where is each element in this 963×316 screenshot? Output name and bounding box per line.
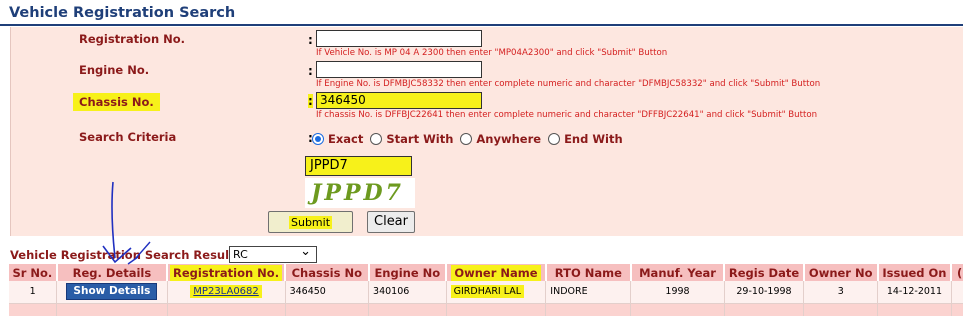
col-truncated: (	[951, 264, 963, 281]
cell-manuf-year: 1998	[630, 281, 725, 304]
empty-cell	[56, 303, 168, 316]
captcha-input[interactable]: JPPD7	[305, 156, 412, 176]
result-type-select[interactable]: RC	[229, 244, 317, 263]
empty-cell	[368, 303, 447, 316]
col-issued-on: Issued On	[877, 264, 953, 281]
cell-rto-name: INDORE	[545, 281, 632, 304]
col-owner-name: Owner Name	[446, 264, 547, 281]
radio-exact-label: Exact	[328, 132, 364, 146]
col-owner-no: Owner No	[803, 264, 879, 281]
registration-link[interactable]: MP23LA0682	[190, 285, 262, 299]
table-row: 1 Show Details MP23LA0682 346450 340106 …	[9, 281, 963, 304]
result-type-value: RC	[233, 248, 248, 261]
col-registration-no: Registration No.	[167, 264, 287, 281]
owner-name-value: GIRDHARI LAL	[450, 285, 525, 299]
clear-button[interactable]: Clear	[367, 211, 415, 233]
empty-cell	[877, 303, 952, 316]
colon: :	[308, 94, 313, 108]
results-table: Sr No. Reg. Details Registration No. Cha…	[9, 264, 963, 316]
registration-hint: If Vehicle No. is MP 04 A 2300 then ente…	[316, 48, 668, 58]
registration-label: Registration No.	[79, 32, 186, 46]
cell-truncated	[951, 281, 963, 304]
page-title: Vehicle Registration Search	[9, 5, 236, 21]
search-criteria-options: Exact Start With Anywhere End With	[309, 131, 623, 147]
col-reg-details: Reg. Details	[56, 264, 169, 281]
empty-cell	[951, 303, 963, 316]
radio-exact[interactable]	[312, 133, 324, 145]
cell-owner-name: GIRDHARI LAL	[446, 281, 547, 304]
radio-start-with-label: Start With	[386, 132, 454, 146]
empty-cell	[285, 303, 370, 316]
col-sr-no: Sr No.	[9, 264, 58, 281]
col-registration-no-label: Registration No.	[170, 264, 283, 281]
search-criteria-label: Search Criteria	[79, 130, 177, 144]
radio-end-with-label: End With	[564, 132, 623, 146]
submit-button-label: Submit	[288, 216, 333, 229]
cell-issued-on: 14-12-2011	[877, 281, 952, 304]
page-title-bar: Vehicle Registration Search	[0, 0, 963, 26]
cell-engine-no: 340106	[368, 281, 447, 304]
radio-anywhere[interactable]	[460, 133, 473, 145]
cell-chassis-no: 346450	[285, 281, 370, 304]
colon: :	[308, 33, 313, 47]
cell-sr-no: 1	[9, 281, 58, 304]
table-row-empty	[9, 303, 963, 316]
empty-cell	[167, 303, 286, 316]
engine-hint: If Engine No. is DFMBJC58332 then enter …	[316, 79, 821, 89]
col-engine-no: Engine No	[368, 264, 448, 281]
empty-cell	[630, 303, 725, 316]
captcha-image: JPPD7	[305, 178, 415, 208]
empty-cell	[724, 303, 805, 316]
col-manuf-year: Manuf. Year	[630, 264, 726, 281]
chassis-hint: If chassis No. is DFFBJC22641 then enter…	[316, 110, 818, 120]
cell-reg-details: Show Details	[56, 281, 168, 304]
engine-input[interactable]	[316, 61, 482, 78]
col-rto-name: RTO Name	[545, 264, 632, 281]
chassis-input[interactable]: 346450	[316, 92, 482, 109]
empty-cell	[803, 303, 879, 316]
radio-start-with[interactable]	[370, 133, 383, 145]
col-chassis-no: Chassis No	[285, 264, 370, 281]
cell-registration-no: MP23LA0682	[167, 281, 286, 304]
show-details-button[interactable]: Show Details	[66, 283, 158, 301]
empty-cell	[9, 303, 58, 316]
radio-end-with[interactable]	[548, 133, 561, 145]
chassis-label: Chassis No.	[73, 93, 160, 111]
submit-button[interactable]: Submit	[268, 211, 353, 233]
engine-label: Engine No.	[79, 63, 150, 77]
colon: :	[308, 64, 313, 78]
registration-input[interactable]	[316, 30, 482, 47]
cell-regis-date: 29-10-1998	[724, 281, 805, 304]
result-label: Vehicle Registration Search Result :	[10, 248, 244, 262]
cell-owner-no: 3	[803, 281, 879, 304]
radio-anywhere-label: Anywhere	[476, 132, 542, 146]
col-owner-name-label: Owner Name	[451, 264, 541, 281]
empty-cell	[446, 303, 547, 316]
empty-cell	[545, 303, 632, 316]
col-regis-date: Regis Date	[724, 264, 805, 281]
